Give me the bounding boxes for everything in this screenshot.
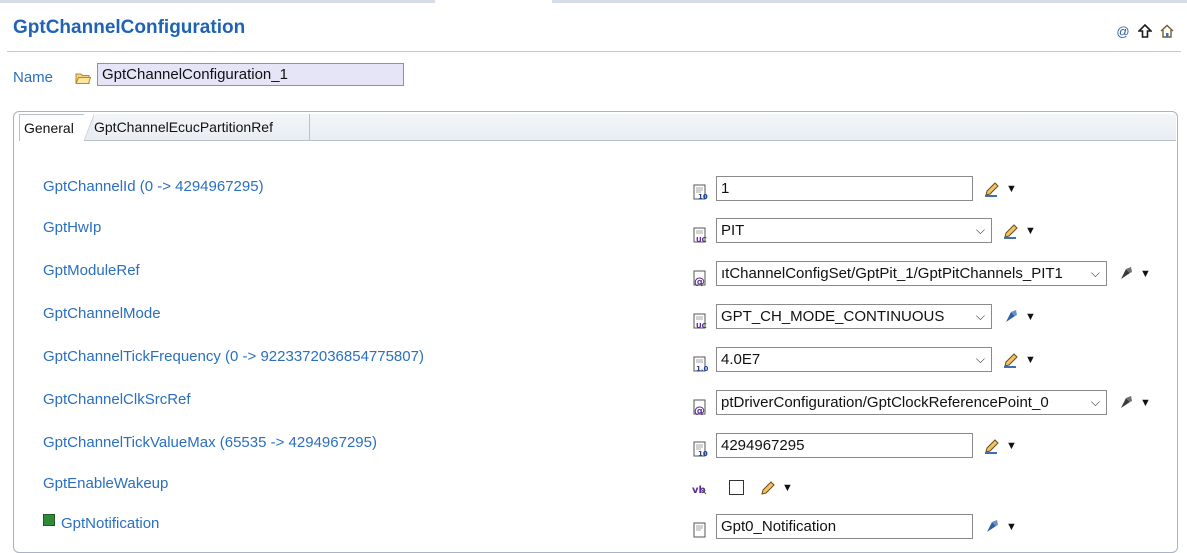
- enum-type-icon: UC: [693, 313, 707, 329]
- gpt-hw-ip-select[interactable]: PIT ⌵: [716, 218, 992, 243]
- svg-text:@: @: [694, 275, 705, 286]
- svg-text:UC: UC: [696, 322, 707, 329]
- chevron-down-icon[interactable]: ▼: [1006, 183, 1017, 195]
- page-title: GptChannelConfiguration: [13, 17, 246, 38]
- integer-type-icon: 10: [693, 184, 708, 200]
- gpt-channel-clk-src-ref-select[interactable]: ptDriverConfiguration/GptClockReferenceP…: [716, 390, 1107, 415]
- svg-text:vb: vb: [692, 485, 706, 496]
- chevron-down-icon: ⌵: [1090, 395, 1100, 409]
- float-type-icon: 1.0: [693, 356, 708, 372]
- editor-tab-strip-left: [0, 0, 435, 3]
- home-icon[interactable]: [1159, 23, 1175, 39]
- calculated-value-icon[interactable]: [1117, 394, 1135, 412]
- svg-text:@: @: [694, 404, 705, 415]
- param-label-gpt-channel-mode: GptChannelMode: [43, 305, 161, 322]
- calculated-value-icon[interactable]: [983, 518, 1001, 536]
- reference-type-icon: @: [693, 399, 706, 415]
- boolean-type-icon: vb: [692, 485, 707, 496]
- chevron-down-icon: ⌵: [1090, 266, 1100, 280]
- tab-general[interactable]: General: [19, 114, 85, 141]
- name-field[interactable]: [97, 63, 404, 86]
- gpt-channel-tick-value-max-field[interactable]: 4294967295: [716, 433, 973, 458]
- chevron-down-icon[interactable]: ▼: [1006, 440, 1017, 452]
- up-arrow-icon[interactable]: [1137, 23, 1153, 39]
- edit-pencil-icon[interactable]: [983, 437, 1001, 455]
- chevron-down-icon[interactable]: ▼: [1006, 521, 1017, 533]
- param-label-gpt-channel-clk-src-ref: GptChannelClkSrcRef: [43, 391, 191, 408]
- svg-text:10: 10: [698, 450, 708, 457]
- edit-pencil-icon[interactable]: [1002, 351, 1020, 369]
- svg-text:10: 10: [698, 193, 708, 200]
- chevron-down-icon[interactable]: ▼: [1025, 225, 1036, 237]
- gpt-channel-tick-frequency-value: 4.0E7: [721, 351, 761, 368]
- header-toolbar: @: [1115, 23, 1175, 39]
- gpt-channel-id-field[interactable]: 1: [716, 176, 973, 201]
- chevron-down-icon[interactable]: ▼: [1140, 397, 1151, 409]
- editor-tab-strip: [0, 0, 1187, 4]
- edit-pencil-icon[interactable]: [1002, 222, 1020, 240]
- gpt-enable-wakeup-checkbox[interactable]: [729, 480, 744, 495]
- chevron-down-icon[interactable]: ▼: [1025, 311, 1036, 323]
- param-label-gpt-channel-tick-frequency: GptChannelTickFrequency (0 -> 9223372036…: [43, 348, 424, 365]
- gpt-notification-field[interactable]: Gpt0_Notification: [716, 514, 973, 539]
- gpt-hw-ip-value: PIT: [721, 222, 745, 239]
- tab-gpt-channel-ecuc-partition-ref[interactable]: GptChannelEcucPartitionRef: [90, 114, 310, 140]
- name-label: Name: [13, 69, 54, 86]
- editor-tab-strip-right: [552, 0, 1187, 3]
- enum-type-icon: UC: [693, 227, 707, 243]
- edit-pencil-icon[interactable]: [759, 479, 777, 497]
- param-label-gpt-module-ref: GptModuleRef: [43, 262, 140, 279]
- edit-pencil-icon[interactable]: [983, 180, 1001, 198]
- param-label-gpt-channel-id: GptChannelId (0 -> 4294967295): [43, 178, 264, 195]
- chevron-down-icon[interactable]: ▼: [782, 482, 793, 494]
- calculated-value-icon[interactable]: [1117, 265, 1135, 283]
- gpt-channel-clk-src-ref-value: ptDriverConfiguration/GptClockReferenceP…: [721, 394, 1049, 411]
- chevron-down-icon[interactable]: ▼: [1025, 354, 1036, 366]
- gpt-channel-mode-select[interactable]: GPT_CH_MODE_CONTINUOUS ⌵: [716, 304, 992, 329]
- gpt-module-ref-value: ıtChannelConfigSet/GptPit_1/GptPitChanne…: [721, 265, 1063, 282]
- optional-enabled-icon[interactable]: [43, 514, 55, 526]
- calculated-value-icon[interactable]: [1002, 308, 1020, 326]
- param-label-gpt-enable-wakeup: GptEnableWakeup: [43, 475, 169, 492]
- param-label-gpt-hw-ip: GptHwIp: [43, 219, 102, 236]
- at-icon[interactable]: @: [1115, 23, 1131, 39]
- chevron-down-icon[interactable]: ▼: [1140, 268, 1151, 280]
- param-label-gpt-channel-tick-value-max: GptChannelTickValueMax (65535 -> 4294967…: [43, 434, 377, 451]
- chevron-down-icon: ⌵: [975, 309, 985, 323]
- chevron-down-icon: ⌵: [975, 223, 985, 237]
- svg-text:UC: UC: [696, 236, 707, 243]
- chevron-down-icon: ⌵: [975, 352, 985, 366]
- gpt-channel-mode-value: GPT_CH_MODE_CONTINUOUS: [721, 308, 945, 325]
- reference-type-icon: @: [693, 270, 706, 286]
- param-label-gpt-notification: GptNotification: [61, 515, 160, 532]
- folder-icon: [75, 73, 91, 84]
- gpt-module-ref-select[interactable]: ıtChannelConfigSet/GptPit_1/GptPitChanne…: [716, 261, 1107, 286]
- title-divider: [7, 51, 1181, 52]
- function-type-icon: [693, 522, 706, 538]
- gpt-channel-tick-frequency-select[interactable]: 4.0E7 ⌵: [716, 347, 992, 372]
- integer-type-icon: 10: [693, 441, 708, 457]
- svg-text:1.0: 1.0: [696, 365, 708, 372]
